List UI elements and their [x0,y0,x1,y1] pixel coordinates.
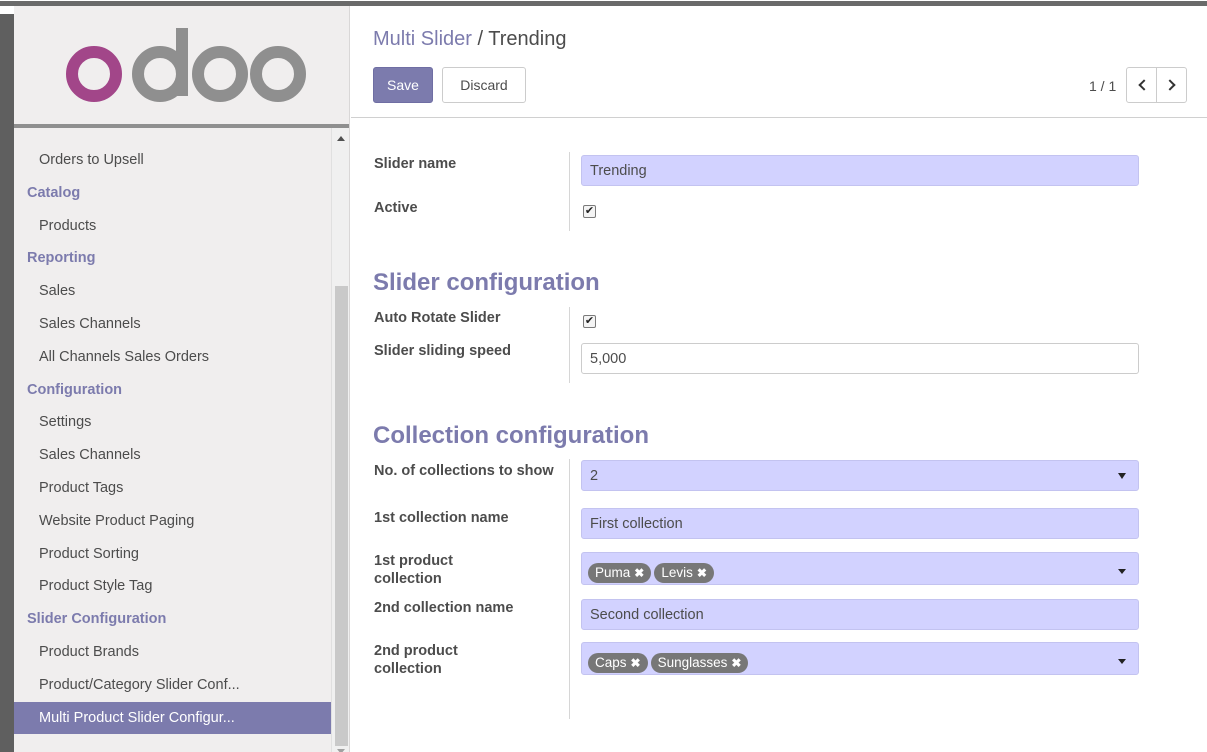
breadcrumb-separator: / [477,28,484,50]
dropdown-caret-icon [1118,473,1126,479]
sidebar-header-slider-configuration: Slider Configuration [27,611,167,628]
sidebar-header-reporting: Reporting [27,250,96,267]
slider-name-label: Slider name [374,156,457,172]
scrollbar-thumb[interactable] [335,286,348,746]
field-separator [569,152,570,231]
sidebar-item-orders-to-upsell[interactable]: Orders to Upsell [14,144,334,177]
second-product-collection-field[interactable]: Caps ✖ Sunglasses ✖ [581,642,1139,675]
sidebar-item-product-style-tag[interactable]: Product Style Tag [14,570,334,603]
sidebar-item-all-channels-sales-orders[interactable]: All Channels Sales Orders [14,341,334,374]
close-icon[interactable]: ✖ [697,566,707,580]
breadcrumb-parent-link[interactable]: Multi Slider [373,28,472,50]
slider-name-input[interactable]: Trending [581,155,1139,186]
sidebar-item-product-sorting[interactable]: Product Sorting [14,538,334,571]
auto-rotate-checkbox[interactable]: ✔ [583,315,596,328]
second-collection-name-input[interactable]: Second collection [581,599,1139,630]
tag-label: Sunglasses [657,655,728,670]
sidebar-item-settings[interactable]: Settings [14,406,334,439]
tag-list: Puma ✖ Levis ✖ [588,558,717,589]
sidebar-item-sales-channels-report[interactable]: Sales Channels [14,308,334,341]
num-collections-select[interactable]: 2 [581,460,1139,491]
pager-value[interactable]: 1 / 1 [1089,78,1116,94]
scroll-up-arrow-icon[interactable] [337,136,345,141]
sidebar: Orders to Upsell Catalog Products Report… [14,6,350,752]
section-title-collection-configuration: Collection configuration [373,422,649,449]
first-product-collection-field[interactable]: Puma ✖ Levis ✖ [581,552,1139,585]
breadcrumb-current: Trending [488,28,567,50]
sidebar-item-product-tags[interactable]: Product Tags [14,472,334,505]
sidebar-item-products[interactable]: Products [14,210,334,243]
pager-next-button[interactable] [1156,67,1187,103]
chevron-right-icon [1164,79,1176,91]
check-icon: ✔ [584,205,595,217]
logo-separator [14,124,349,128]
num-collections-label: No. of collections to show [374,463,554,479]
slider-speed-label: Slider sliding speed [374,343,511,359]
sidebar-scrollbar[interactable] [331,128,349,752]
second-product-collection-label: 2nd product collection [374,643,458,677]
dropdown-caret-icon[interactable] [1118,569,1126,574]
sidebar-menu: Orders to Upsell Catalog Products Report… [14,144,334,735]
first-product-collection-label: 1st product collection [374,553,453,587]
tag-label: Puma [595,565,631,580]
second-collection-name-label: 2nd collection name [374,600,514,616]
close-icon[interactable]: ✖ [731,656,741,670]
sidebar-item-product-category-slider-conf[interactable]: Product/Category Slider Conf... [14,669,334,702]
logo-area [14,6,349,124]
sidebar-header-configuration: Configuration [27,381,123,398]
sidebar-item-product-brands[interactable]: Product Brands [14,636,334,669]
close-icon[interactable]: ✖ [631,656,641,670]
odoo-logo[interactable] [66,22,306,112]
auto-rotate-label: Auto Rotate Slider [374,310,501,326]
discard-button[interactable]: Discard [442,67,526,103]
form-sheet: Slider name Trending Active ✔ Slider con… [351,119,1207,752]
slider-speed-input[interactable]: 5,000 [581,343,1139,374]
sidebar-header-catalog: Catalog [27,184,81,201]
sidebar-item-sales[interactable]: Sales [14,275,334,308]
first-collection-name-label: 1st collection name [374,510,509,526]
pager-previous-button[interactable] [1126,67,1157,103]
tag-sunglasses[interactable]: Sunglasses ✖ [650,653,749,673]
tag-label: Caps [595,655,627,670]
control-panel: Multi Slider / Trending Save Discard 1 /… [351,6,1207,118]
chevron-left-icon [1138,79,1150,91]
section-title-slider-configuration: Slider configuration [373,269,600,296]
active-checkbox[interactable]: ✔ [583,205,596,218]
num-collections-value: 2 [590,468,599,484]
tag-list: Caps ✖ Sunglasses ✖ [588,648,751,679]
check-icon: ✔ [584,315,595,327]
tag-puma[interactable]: Puma ✖ [588,563,652,583]
dropdown-caret-icon[interactable] [1118,659,1126,664]
field-separator [569,307,570,383]
close-icon[interactable]: ✖ [634,566,644,580]
sidebar-item-sales-channels-config[interactable]: Sales Channels [14,439,334,472]
tag-levis[interactable]: Levis ✖ [654,563,714,583]
sidebar-item-website-product-paging[interactable]: Website Product Paging [14,505,334,538]
tag-label: Levis [661,565,693,580]
breadcrumb: Multi Slider / Trending [373,28,566,51]
first-collection-name-input[interactable]: First collection [581,508,1139,539]
tag-caps[interactable]: Caps ✖ [588,653,648,673]
active-label: Active [374,200,418,216]
field-separator [569,459,570,719]
save-button[interactable]: Save [373,67,433,103]
sidebar-item-multi-product-slider-config[interactable]: Multi Product Slider Configur... [14,701,334,735]
frame-left-border [0,0,14,752]
